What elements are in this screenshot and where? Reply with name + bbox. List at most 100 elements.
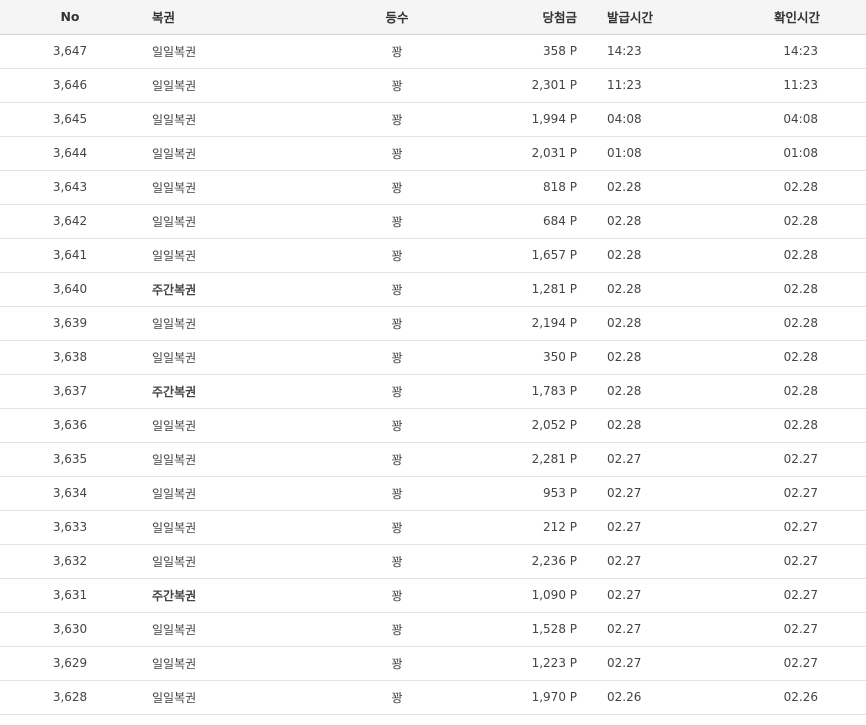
cell-prize: 1,223 P: [477, 646, 579, 681]
cell-no: 3,633: [0, 510, 140, 545]
cell-prize: 2,236 P: [477, 544, 579, 579]
table-row: 3,629 일일복권 꽝 1,223 P 02.27 02.27: [0, 646, 866, 681]
cell-no: 3,636: [0, 408, 140, 443]
cell-checked-time: 02.27: [757, 612, 866, 647]
cell-checked-time: 02.27: [757, 578, 866, 613]
header-no: No: [0, 0, 140, 35]
table-row: 3,638 일일복권 꽝 350 P 02.28 02.28: [0, 340, 866, 375]
cell-checked-time: 02.28: [757, 306, 866, 341]
cell-rank: 꽝: [317, 476, 477, 511]
cell-checked-time: 02.28: [757, 238, 866, 273]
cell-no: 3,639: [0, 306, 140, 341]
header-rank: 등수: [317, 0, 477, 35]
cell-prize: 1,281 P: [477, 272, 579, 307]
cell-issued-time: 11:23: [579, 68, 757, 103]
table-row: 3,644 일일복권 꽝 2,031 P 01:08 01:08: [0, 136, 866, 171]
cell-lottery-type: 일일복권: [140, 476, 317, 511]
cell-rank: 꽝: [317, 680, 477, 715]
cell-checked-time: 02.28: [757, 170, 866, 205]
header-row: No 복권 등수 당첨금 발급시간 확인시간: [0, 0, 866, 35]
cell-rank: 꽝: [317, 34, 477, 69]
cell-issued-time: 02.27: [579, 646, 757, 681]
cell-lottery-type: 일일복권: [140, 34, 317, 69]
table-row: 3,631 주간복권 꽝 1,090 P 02.27 02.27: [0, 578, 866, 613]
cell-prize: 2,281 P: [477, 442, 579, 477]
cell-rank: 꽝: [317, 340, 477, 375]
table-row: 3,639 일일복권 꽝 2,194 P 02.28 02.28: [0, 306, 866, 341]
cell-rank: 꽝: [317, 306, 477, 341]
cell-rank: 꽝: [317, 544, 477, 579]
table-row: 3,636 일일복권 꽝 2,052 P 02.28 02.28: [0, 408, 866, 443]
cell-rank: 꽝: [317, 510, 477, 545]
cell-lottery-type: 일일복권: [140, 442, 317, 477]
cell-prize: 1,994 P: [477, 102, 579, 137]
cell-lottery-type: 일일복권: [140, 646, 317, 681]
cell-rank: 꽝: [317, 646, 477, 681]
table-row: 3,637 주간복권 꽝 1,783 P 02.28 02.28: [0, 374, 866, 409]
cell-prize: 350 P: [477, 340, 579, 375]
cell-prize: 2,194 P: [477, 306, 579, 341]
cell-rank: 꽝: [317, 408, 477, 443]
cell-checked-time: 02.27: [757, 510, 866, 545]
cell-lottery-type: 일일복권: [140, 408, 317, 443]
table-row: 3,640 주간복권 꽝 1,281 P 02.28 02.28: [0, 272, 866, 307]
cell-no: 3,643: [0, 170, 140, 205]
cell-no: 3,647: [0, 34, 140, 69]
cell-issued-time: 02.27: [579, 578, 757, 613]
table-row: 3,647 일일복권 꽝 358 P 14:23 14:23: [0, 34, 866, 69]
table-row: 3,645 일일복권 꽝 1,994 P 04:08 04:08: [0, 102, 866, 137]
cell-issued-time: 04:08: [579, 102, 757, 137]
cell-issued-time: 02.27: [579, 442, 757, 477]
cell-checked-time: 02.28: [757, 272, 866, 307]
cell-checked-time: 14:23: [757, 34, 866, 69]
cell-rank: 꽝: [317, 374, 477, 409]
cell-issued-time: 01:08: [579, 136, 757, 171]
cell-no: 3,641: [0, 238, 140, 273]
cell-no: 3,644: [0, 136, 140, 171]
cell-prize: 212 P: [477, 510, 579, 545]
table-row: 3,642 일일복권 꽝 684 P 02.28 02.28: [0, 204, 866, 239]
cell-issued-time: 02.28: [579, 340, 757, 375]
header-issued-time: 발급시간: [579, 0, 757, 35]
table-row: 3,633 일일복권 꽝 212 P 02.27 02.27: [0, 510, 866, 545]
cell-issued-time: 02.28: [579, 306, 757, 341]
cell-checked-time: 02.27: [757, 442, 866, 477]
cell-prize: 818 P: [477, 170, 579, 205]
cell-checked-time: 02.26: [757, 680, 866, 715]
cell-rank: 꽝: [317, 442, 477, 477]
cell-rank: 꽝: [317, 272, 477, 307]
cell-checked-time: 02.28: [757, 204, 866, 239]
cell-rank: 꽝: [317, 204, 477, 239]
cell-lottery-type: 주간복권: [140, 374, 317, 409]
cell-no: 3,628: [0, 680, 140, 715]
table-row: 3,643 일일복권 꽝 818 P 02.28 02.28: [0, 170, 866, 205]
cell-checked-time: 02.28: [757, 374, 866, 409]
table-row: 3,630 일일복권 꽝 1,528 P 02.27 02.27: [0, 612, 866, 647]
cell-issued-time: 02.28: [579, 272, 757, 307]
cell-checked-time: 11:23: [757, 68, 866, 103]
cell-prize: 1,090 P: [477, 578, 579, 613]
cell-issued-time: 02.28: [579, 238, 757, 273]
cell-no: 3,637: [0, 374, 140, 409]
cell-rank: 꽝: [317, 612, 477, 647]
cell-checked-time: 02.27: [757, 544, 866, 579]
cell-lottery-type: 일일복권: [140, 170, 317, 205]
cell-issued-time: 02.26: [579, 680, 757, 715]
cell-prize: 2,052 P: [477, 408, 579, 443]
cell-issued-time: 02.28: [579, 170, 757, 205]
cell-issued-time: 02.28: [579, 204, 757, 239]
cell-rank: 꽝: [317, 238, 477, 273]
cell-checked-time: 04:08: [757, 102, 866, 137]
cell-checked-time: 02.28: [757, 340, 866, 375]
cell-no: 3,645: [0, 102, 140, 137]
cell-checked-time: 02.27: [757, 646, 866, 681]
cell-lottery-type: 일일복권: [140, 136, 317, 171]
cell-issued-time: 02.28: [579, 374, 757, 409]
table-row: 3,634 일일복권 꽝 953 P 02.27 02.27: [0, 476, 866, 511]
header-prize: 당첨금: [477, 0, 579, 35]
cell-lottery-type: 일일복권: [140, 510, 317, 545]
cell-lottery-type: 일일복권: [140, 102, 317, 137]
cell-prize: 1,657 P: [477, 238, 579, 273]
cell-checked-time: 01:08: [757, 136, 866, 171]
cell-issued-time: 02.27: [579, 510, 757, 545]
